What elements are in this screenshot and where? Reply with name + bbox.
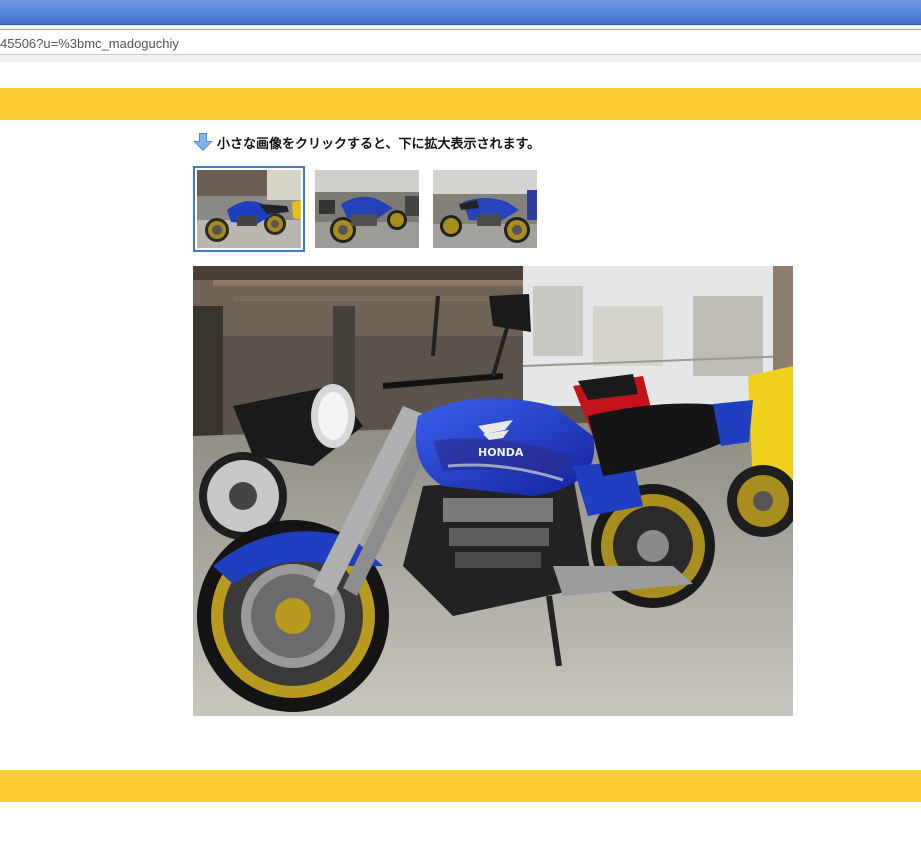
thumbnail-1[interactable] [193,166,305,252]
address-bar-frame: 45506?u=%3bmc_madoguchiy [0,25,921,62]
address-url-text: 45506?u=%3bmc_madoguchiy [0,36,179,51]
thumbnail-3-image [433,170,537,248]
instruction-text: 小さな画像をクリックすると、下に拡大表示されます。 [217,136,541,152]
gallery-instruction: 小さな画像をクリックすると、下に拡大表示されます。 [193,132,540,152]
arrow-down-icon [193,133,213,151]
address-bar[interactable]: 45506?u=%3bmc_madoguchiy [0,29,921,55]
footer-band [0,770,921,802]
thumbnail-3[interactable] [433,170,537,248]
thumbnail-2-image [315,170,419,248]
main-photo: HONDA [193,266,793,716]
thumbnail-2[interactable] [315,170,419,248]
tank-brand-text: HONDA [478,446,524,459]
motorcycle-photo: HONDA [193,266,793,716]
thumbnail-1-image [197,170,301,248]
browser-titlebar [0,0,921,25]
header-band [0,88,921,120]
